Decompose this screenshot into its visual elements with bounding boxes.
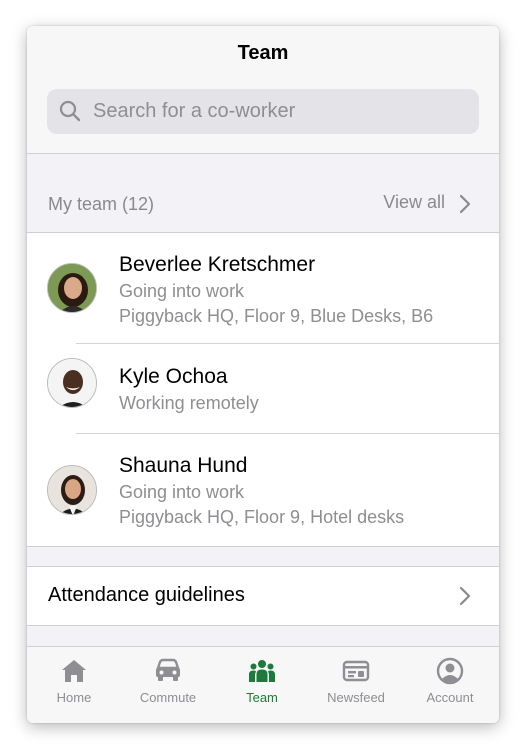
attendance-guidelines-label: Attendance guidelines — [48, 584, 245, 606]
app-window: Team My team (12) View all — [27, 26, 499, 723]
account-icon — [436, 657, 464, 685]
house-icon — [62, 660, 86, 682]
people-icon — [249, 660, 275, 682]
tab-label: Newsfeed — [327, 690, 385, 705]
chevron-right-icon — [459, 194, 471, 214]
navigation-bar: Team — [27, 26, 499, 154]
tab-team[interactable]: Team — [215, 647, 309, 723]
tab-home[interactable]: Home — [27, 647, 121, 723]
tab-account[interactable]: Account — [403, 647, 497, 723]
view-all-button[interactable]: View all — [383, 192, 471, 214]
tab-label: Team — [246, 690, 278, 705]
tab-label: Home — [56, 690, 92, 705]
attendance-guidelines-row[interactable]: Attendance guidelines — [27, 566, 499, 626]
view-all-label: View all — [383, 192, 445, 212]
member-name: Kyle Ochoa — [119, 365, 228, 388]
list-item[interactable]: Shauna Hund Going into work Piggyback HQ… — [27, 434, 499, 545]
car-icon — [156, 658, 180, 681]
tab-label: Account — [426, 690, 474, 705]
tab-bar: Home Commute Team Newsfeed Account — [27, 646, 499, 723]
avatar-photo — [48, 264, 96, 312]
my-team-header: My team (12) View all — [27, 154, 499, 232]
tab-newsfeed[interactable]: Newsfeed — [309, 647, 403, 723]
list-item[interactable]: Beverlee Kretschmer Going into work Pigg… — [27, 233, 499, 344]
avatar-photo — [48, 359, 96, 407]
member-status: Going into work — [119, 281, 245, 301]
avatar — [47, 263, 97, 313]
search-input[interactable] — [93, 89, 463, 134]
member-location: Piggyback HQ, Floor 9, Blue Desks, B6 — [119, 306, 434, 326]
page-title: Team — [237, 42, 289, 64]
my-team-title: My team (12) — [48, 194, 155, 214]
member-location: Piggyback HQ, Floor 9, Hotel desks — [119, 507, 405, 527]
member-status: Working remotely — [119, 393, 259, 413]
tab-commute[interactable]: Commute — [121, 647, 215, 723]
avatar — [47, 358, 97, 408]
member-status: Going into work — [119, 482, 245, 502]
avatar-photo — [48, 466, 96, 514]
list-item[interactable]: Kyle Ochoa Working remotely — [27, 344, 499, 434]
newspaper-icon — [342, 660, 370, 682]
avatar — [47, 465, 97, 515]
search-bar[interactable] — [47, 89, 479, 134]
team-member-list: Beverlee Kretschmer Going into work Pigg… — [27, 232, 499, 547]
member-name: Beverlee Kretschmer — [119, 253, 316, 276]
search-icon — [59, 100, 81, 122]
tab-label: Commute — [139, 690, 197, 705]
member-name: Shauna Hund — [119, 454, 248, 477]
chevron-right-icon — [459, 586, 471, 606]
